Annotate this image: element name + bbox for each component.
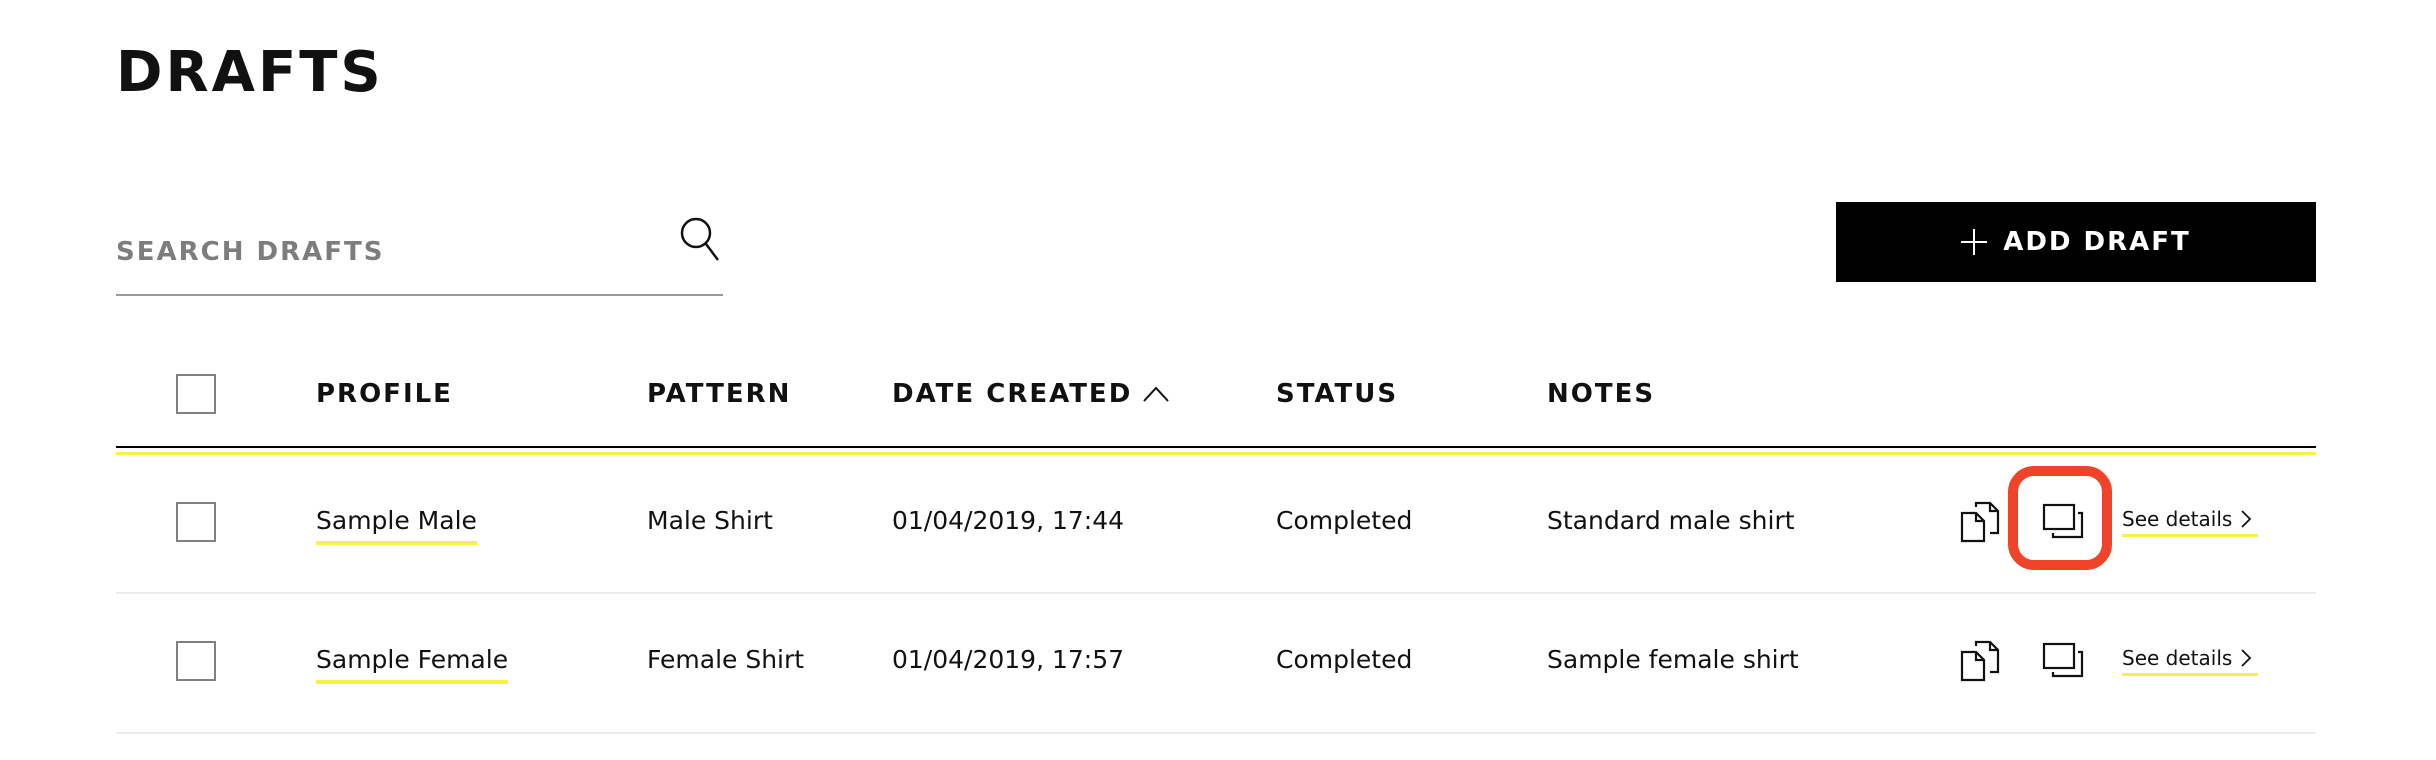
notes-cell: Sample female shirt: [1547, 645, 1799, 674]
profile-link[interactable]: Sample Female: [316, 645, 509, 684]
page-title: DRAFTS: [116, 40, 384, 105]
search-icon: [680, 217, 719, 261]
column-header-notes[interactable]: NOTES: [1547, 378, 1655, 410]
header-divider: [116, 446, 2316, 448]
copy-button[interactable]: [1958, 638, 2002, 682]
table-row: Sample Male Male Shirt 01/04/2019, 17:44…: [116, 455, 2316, 594]
drafts-page: DRAFTS ADD DRAFT PROFILE PATTERN DAT: [0, 0, 2436, 760]
column-label: STATUS: [1276, 379, 1399, 409]
status-cell: Completed: [1276, 645, 1413, 674]
column-label: NOTES: [1547, 379, 1656, 409]
copy-documents-icon: [1960, 640, 2000, 682]
add-draft-label: ADD DRAFT: [2003, 227, 2191, 257]
pattern-cell: Female Shirt: [647, 645, 805, 674]
profile-cell: Sample Female: [316, 644, 509, 684]
see-details-link[interactable]: See details: [2122, 642, 2259, 676]
notes-cell: Standard male shirt: [1547, 506, 1795, 535]
search-input[interactable]: [116, 230, 656, 274]
date-created-cell: 01/04/2019, 17:57: [892, 645, 1125, 674]
copy-button[interactable]: [1958, 499, 2002, 543]
column-header-pattern[interactable]: PATTERN: [647, 378, 791, 410]
chevron-right-icon: [2241, 648, 2252, 667]
search-drafts: [116, 210, 723, 296]
column-header-status[interactable]: STATUS: [1276, 378, 1398, 410]
see-details-link[interactable]: See details: [2122, 503, 2259, 537]
plus-icon: [1961, 229, 1988, 255]
duplicate-button[interactable]: [2041, 638, 2085, 682]
row-checkbox[interactable]: [176, 641, 216, 681]
see-details-label: See details: [2122, 645, 2233, 670]
column-label: PATTERN: [647, 379, 792, 409]
row-checkbox[interactable]: [176, 502, 216, 542]
table-row: Sample Female Female Shirt 01/04/2019, 1…: [116, 594, 2316, 734]
duplicate-icon: [2042, 503, 2084, 539]
column-header-date-created[interactable]: DATE CREATED: [892, 378, 1170, 410]
pattern-cell: Male Shirt: [647, 506, 773, 535]
column-label: DATE CREATED: [892, 379, 1133, 409]
add-draft-button[interactable]: ADD DRAFT: [1836, 202, 2316, 282]
search-button[interactable]: [679, 216, 721, 266]
copy-documents-icon: [1960, 501, 2000, 543]
duplicate-icon: [2042, 642, 2084, 678]
see-details-label: See details: [2122, 506, 2233, 531]
chevron-right-icon: [2241, 509, 2252, 528]
profile-link[interactable]: Sample Male: [316, 506, 477, 545]
column-label: PROFILE: [316, 379, 453, 409]
chevron-up-icon: [1143, 386, 1170, 402]
duplicate-button[interactable]: [2041, 499, 2085, 543]
column-header-profile[interactable]: PROFILE: [316, 378, 453, 410]
date-created-cell: 01/04/2019, 17:44: [892, 506, 1125, 535]
select-all-checkbox[interactable]: [176, 374, 216, 414]
profile-cell: Sample Male: [316, 505, 477, 545]
table-header: PROFILE PATTERN DATE CREATED STATUS NOTE…: [116, 340, 2316, 455]
status-cell: Completed: [1276, 506, 1413, 535]
drafts-table: PROFILE PATTERN DATE CREATED STATUS NOTE…: [116, 340, 2316, 734]
